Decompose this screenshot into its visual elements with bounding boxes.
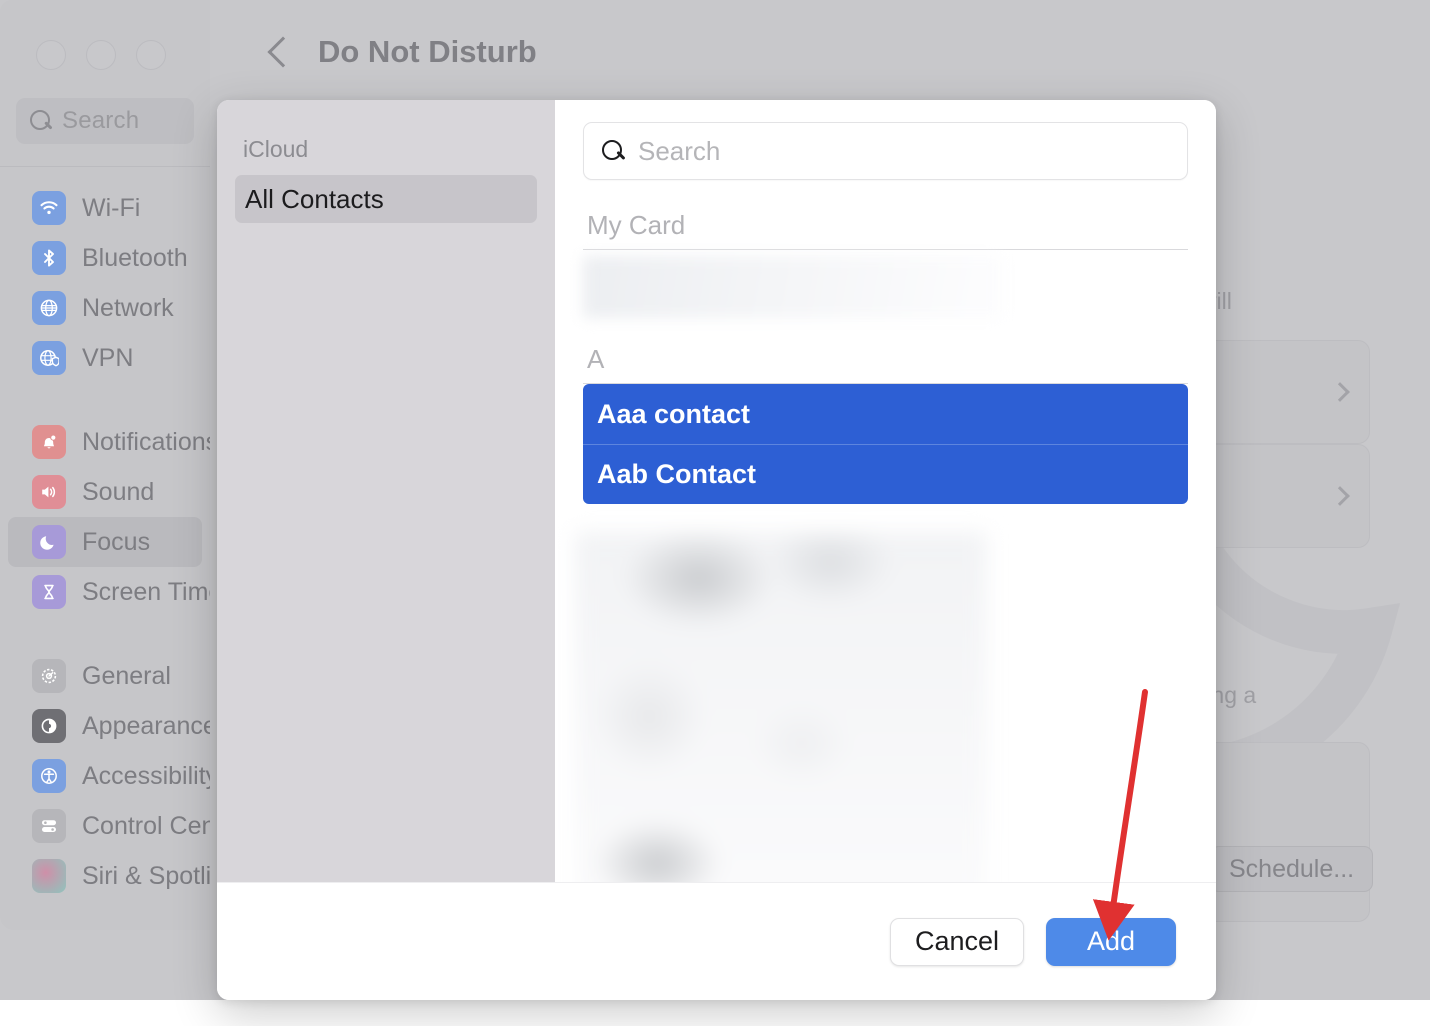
settings-sidebar: Search Wi-Fi Bluetooth Network VPN Notif… — [0, 0, 246, 930]
redacted-contact-row[interactable] — [583, 256, 1003, 318]
contact-group-a: Aaa contact Aab Contact — [583, 384, 1188, 504]
sidebar-item-sound[interactable]: Sound — [8, 467, 202, 517]
sidebar-item-label: Sound — [82, 477, 155, 506]
search-icon — [600, 138, 626, 164]
sidebar-item-label: Network — [82, 293, 174, 322]
window-traffic-lights[interactable] — [0, 10, 210, 70]
bell-icon — [32, 425, 66, 459]
screen: Search Wi-Fi Bluetooth Network VPN Notif… — [0, 0, 1430, 1026]
control-center-icon — [32, 809, 66, 843]
sheet-footer: Cancel Add — [217, 882, 1216, 1000]
sidebar-item-vpn[interactable]: VPN — [8, 333, 202, 383]
sidebar-item-bluetooth[interactable]: Bluetooth — [8, 233, 202, 283]
siri-icon — [32, 859, 66, 893]
vpn-globe-shield-icon — [32, 341, 66, 375]
contact-picker-sheet: iCloud All Contacts Search My Card A Aaa… — [217, 100, 1216, 1000]
chevron-right-icon — [1330, 382, 1350, 402]
globe-icon — [32, 291, 66, 325]
sidebar-group-system: General Appearance Accessibility Control… — [0, 651, 246, 901]
sidebar-item-label: General — [82, 661, 171, 690]
sidebar-item-label: Accessibility — [82, 761, 219, 790]
add-button[interactable]: Add — [1046, 917, 1176, 966]
sidebar-divider — [0, 166, 210, 167]
contact-search-field[interactable]: Search — [583, 122, 1188, 180]
sidebar-item-general[interactable]: General — [8, 651, 202, 701]
sidebar-item-appearance[interactable]: Appearance — [8, 701, 217, 751]
contact-search-placeholder: Search — [638, 135, 721, 166]
sidebar-item-label: Wi-Fi — [82, 193, 141, 222]
sidebar-item-label: VPN — [82, 343, 134, 372]
search-icon — [28, 108, 54, 134]
contact-list-pane: Search My Card A Aaa contact Aab Contact — [555, 100, 1216, 882]
source-item-all-contacts[interactable]: All Contacts — [235, 175, 537, 223]
accessibility-icon — [32, 759, 66, 793]
contact-row[interactable]: Aab Contact — [583, 444, 1188, 504]
sidebar-item-siri-and-spotlight[interactable]: Siri & Spotlight — [8, 851, 246, 901]
hourglass-icon — [32, 575, 66, 609]
sidebar-search-field[interactable]: Search — [16, 98, 194, 144]
sidebar-item-notifications[interactable]: Notifications — [8, 417, 218, 467]
contact-name: Aab Contact — [597, 459, 757, 489]
wifi-icon — [32, 191, 66, 225]
redacted-contact-detail — [575, 532, 987, 882]
sidebar-item-label: Screen Time — [82, 577, 223, 606]
sidebar-group-alerts: Notifications Sound Focus Screen Time — [0, 417, 222, 617]
sidebar-item-label: Focus — [82, 527, 151, 556]
bluetooth-icon — [32, 241, 66, 275]
sidebar-item-control-center[interactable]: Control Center — [8, 801, 245, 851]
chevron-left-icon[interactable] — [266, 35, 288, 69]
moon-icon — [32, 525, 66, 559]
contact-name: Aaa contact — [597, 398, 751, 429]
section-header-a: A — [583, 318, 1188, 384]
sheet-main: iCloud All Contacts Search My Card A Aaa… — [217, 100, 1216, 882]
sidebar-group-network: Wi-Fi Bluetooth Network VPN — [0, 183, 210, 383]
sidebar-search-placeholder: Search — [62, 107, 140, 134]
sidebar-item-accessibility[interactable]: Accessibility — [8, 751, 218, 801]
page-title: Do Not Disturb — [318, 34, 537, 69]
gear-icon — [32, 659, 66, 693]
minimize-button[interactable] — [86, 40, 116, 70]
schedule-button[interactable]: Schedule... — [1210, 846, 1374, 892]
close-button[interactable] — [36, 40, 66, 70]
source-group-header: iCloud — [243, 136, 309, 162]
section-header-my-card: My Card — [583, 180, 1188, 250]
contact-row[interactable]: Aaa contact — [583, 384, 1188, 444]
cancel-button[interactable]: Cancel — [889, 917, 1024, 966]
contact-source-sidebar: iCloud All Contacts — [217, 100, 555, 882]
sidebar-item-label: Bluetooth — [82, 243, 188, 272]
chevron-right-icon — [1330, 486, 1350, 506]
content-header: Do Not Disturb — [210, 0, 1430, 104]
sidebar-item-network[interactable]: Network — [8, 283, 202, 333]
speaker-icon — [32, 475, 66, 509]
sidebar-item-label: Notifications — [82, 427, 219, 456]
appearance-icon — [32, 709, 66, 743]
source-item-label: All Contacts — [245, 183, 384, 214]
sidebar-item-focus[interactable]: Focus — [8, 517, 202, 567]
sidebar-item-wi-fi[interactable]: Wi-Fi — [8, 183, 202, 233]
zoom-button[interactable] — [136, 40, 166, 70]
sidebar-item-screen-time[interactable]: Screen Time — [8, 567, 222, 617]
sidebar-item-label: Appearance — [82, 711, 217, 740]
